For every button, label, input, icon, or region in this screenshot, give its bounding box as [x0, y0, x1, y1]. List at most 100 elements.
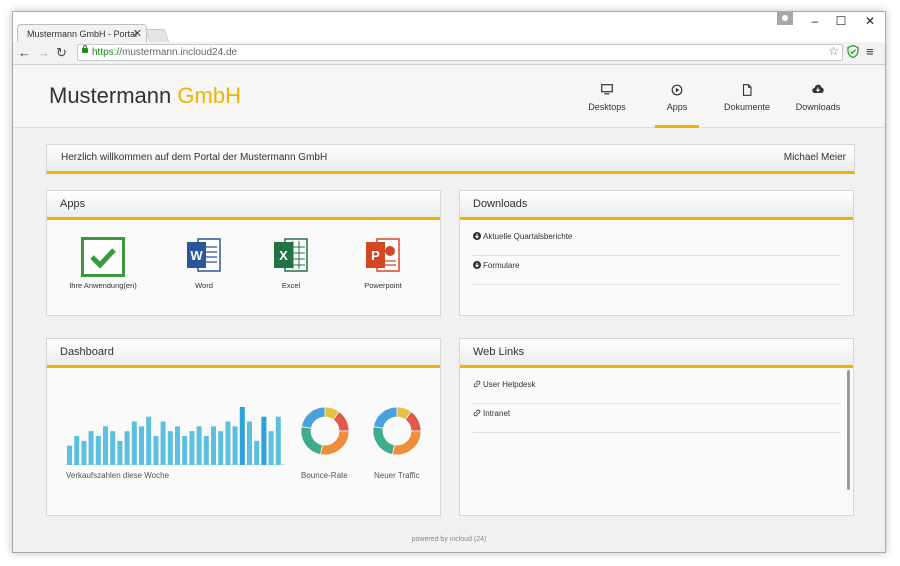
donut-slice: [300, 426, 323, 456]
reload-icon[interactable]: ↻: [56, 45, 67, 61]
link-icon: [473, 409, 481, 417]
sales-bar: [189, 431, 195, 465]
site-header: Mustermann GmbH Desktops Apps Dokumente …: [13, 65, 885, 128]
bar-chart-label: Verkaufszahlen diese Woche: [66, 471, 170, 480]
weblinks-scrollbar[interactable]: [847, 370, 850, 490]
sales-bar: [117, 440, 123, 465]
sales-bar-chart: [65, 407, 285, 465]
address-bar[interactable]: https://mustermann.incloud24.de ☆: [77, 44, 843, 61]
sales-bar: [254, 440, 260, 465]
profile-icon[interactable]: [777, 12, 793, 25]
nav-desktops[interactable]: Desktops: [585, 65, 629, 127]
sales-bar: [196, 426, 202, 465]
maximize-button[interactable]: ☐: [831, 14, 851, 28]
bounce-rate-donut: [300, 406, 350, 456]
sales-bar: [247, 421, 252, 465]
sales-bar: [95, 436, 101, 465]
svg-text:X: X: [279, 248, 288, 263]
sales-bar: [153, 436, 159, 465]
minimize-button[interactable]: –: [805, 14, 825, 28]
monitor-icon: [601, 84, 613, 95]
donut-slice: [300, 406, 326, 429]
nav-dokumente-label: Dokumente: [723, 102, 771, 112]
play-circle-icon: [671, 84, 683, 96]
welcome-message: Herzlich willkommen auf dem Portal der M…: [61, 152, 328, 163]
weblink-item[interactable]: Intranet: [473, 404, 841, 433]
word-icon: W: [187, 238, 221, 272]
new-tab-button[interactable]: [144, 29, 170, 42]
app-label: Word: [195, 281, 213, 290]
nav-apps[interactable]: Apps: [655, 65, 699, 128]
company-logo[interactable]: Mustermann GmbH: [49, 83, 241, 109]
sales-bar: [182, 436, 188, 465]
download-item[interactable]: Formulare: [473, 256, 841, 285]
sales-bar: [146, 416, 152, 465]
close-window-button[interactable]: ✕: [860, 14, 880, 28]
browser-window: Mustermann GmbH - Portal ✕ – ☐ ✕ ← → ↻ h…: [12, 11, 886, 553]
sales-bar: [203, 436, 209, 465]
sales-bar: [175, 426, 180, 465]
app-label: Excel: [281, 281, 301, 290]
downloads-panel-title: Downloads: [460, 191, 853, 220]
donut1-label: Bounce-Rate: [301, 471, 348, 480]
weblink-item[interactable]: User Helpdesk: [473, 375, 841, 404]
excel-icon: X: [274, 238, 308, 272]
sales-bar: [81, 440, 87, 465]
nav-downloads[interactable]: Downloads: [793, 65, 843, 127]
new-traffic-donut: [372, 406, 422, 456]
weblinks-panel: Web Links User Helpdesk Intranet: [459, 338, 854, 516]
sales-bar: [167, 431, 173, 465]
browser-tab[interactable]: Mustermann GmbH - Portal ✕: [17, 24, 147, 43]
browser-menu-icon[interactable]: ≡: [866, 44, 874, 59]
donut-slice: [392, 430, 422, 456]
weblink-item-label: Intranet: [483, 409, 511, 418]
welcome-bar: Herzlich willkommen auf dem Portal der M…: [46, 144, 855, 174]
checkmark-icon: [81, 237, 125, 277]
apps-panel: Apps Ihre Anwendung(en) W Word X Excel P…: [46, 190, 441, 316]
dashboard-panel-title: Dashboard: [47, 339, 440, 368]
sales-bar: [131, 421, 137, 465]
cloud-download-icon: [812, 84, 824, 93]
sales-bar: [211, 426, 216, 465]
sales-bar: [239, 407, 245, 465]
download-item-label: Aktuelle Quartalsberichte: [483, 232, 573, 241]
sales-bar: [139, 426, 144, 465]
svg-text:W: W: [190, 248, 203, 263]
download-item-label: Formulare: [483, 261, 520, 270]
svg-text:P: P: [371, 248, 380, 263]
footer-text: powered by incloud (24): [411, 536, 487, 543]
sales-bar: [218, 431, 224, 465]
sales-bar: [67, 445, 72, 465]
circle-arrow-down-icon: [473, 261, 481, 269]
portal-page: Mustermann GmbH Desktops Apps Dokumente …: [13, 65, 885, 552]
tab-close-icon[interactable]: ✕: [133, 27, 142, 40]
sales-bar: [261, 416, 267, 465]
downloads-panel: Downloads Aktuelle Quartalsberichte Form…: [459, 190, 854, 316]
user-name[interactable]: Michael Meier: [784, 145, 846, 171]
tab-strip: Mustermann GmbH - Portal ✕ – ☐ ✕: [13, 12, 885, 43]
sales-bar: [124, 431, 130, 465]
bookmark-star-icon[interactable]: ☆: [828, 44, 839, 59]
donut-slice: [320, 430, 350, 456]
sales-bar: [88, 431, 94, 465]
sales-bar: [268, 431, 274, 465]
sales-bar: [232, 426, 238, 465]
sales-bar: [74, 436, 80, 465]
app-label: Ihre Anwendung(en): [69, 281, 137, 290]
sales-bar: [103, 426, 108, 465]
powerpoint-icon: P: [366, 238, 400, 272]
forward-arrow-icon[interactable]: →: [37, 45, 50, 60]
url-text: https://mustermann.incloud24.de: [92, 47, 238, 58]
back-arrow-icon[interactable]: ←: [18, 45, 31, 60]
link-icon: [473, 380, 481, 388]
apps-panel-title: Apps: [47, 191, 440, 220]
shield-check-icon[interactable]: [847, 45, 859, 58]
nav-apps-label: Apps: [666, 102, 688, 112]
donut-slice: [372, 406, 398, 429]
dashboard-panel: Dashboard Verkaufszahlen diese Woche Bou…: [46, 338, 441, 516]
download-item[interactable]: Aktuelle Quartalsberichte: [473, 227, 841, 256]
sales-bar: [225, 421, 231, 465]
nav-dokumente[interactable]: Dokumente: [721, 65, 773, 127]
lock-icon: [82, 45, 88, 53]
nav-downloads-label: Downloads: [795, 102, 841, 112]
